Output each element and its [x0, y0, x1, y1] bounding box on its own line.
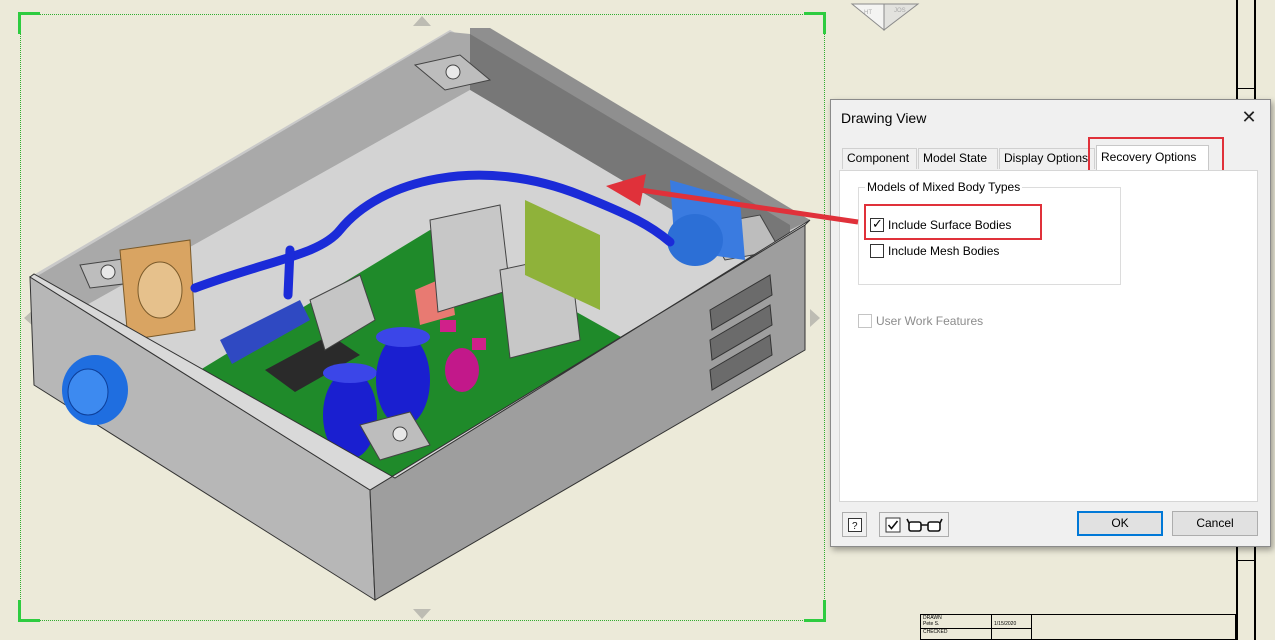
svg-text:JOS: JOS — [894, 8, 906, 14]
user-work-features-row: User Work Features — [858, 313, 983, 329]
include-mesh-bodies-label: Include Mesh Bodies — [888, 244, 1000, 258]
tab-recovery-options[interactable]: Recovery Options — [1096, 145, 1209, 170]
user-work-features-checkbox — [858, 314, 872, 328]
tab-component[interactable]: Component — [842, 148, 917, 169]
checkbox-highlight — [864, 204, 1042, 240]
close-icon[interactable]: ✕ — [1238, 107, 1260, 129]
checked-label: CHECKED — [923, 629, 948, 635]
preview-checkbox — [885, 517, 901, 532]
svg-text:HT: HT — [864, 10, 872, 16]
group-label: Models of Mixed Body Types — [865, 180, 1023, 194]
move-down-grip[interactable] — [413, 609, 431, 619]
zone-tick — [1236, 88, 1256, 89]
cancel-button[interactable]: Cancel — [1172, 511, 1258, 536]
enclosure-model-view — [29, 28, 811, 601]
drawing-view-dialog: Drawing View ✕ Component Model State Dis… — [830, 99, 1271, 547]
user-work-features-label: User Work Features — [876, 314, 984, 328]
ok-button[interactable]: OK — [1077, 511, 1163, 536]
include-mesh-bodies-checkbox[interactable] — [870, 244, 884, 258]
zone-tick — [1236, 560, 1256, 561]
drawn-date: 1/15/2020 — [994, 621, 1017, 627]
title-block: DRAWN Pete S. 1/15/2020 CHECKED — [920, 614, 1236, 640]
tab-display-options[interactable]: Display Options — [999, 148, 1095, 169]
recovery-options-panel: Models of Mixed Body Types ✓ Include Sur… — [839, 170, 1258, 502]
tb-divider — [1031, 615, 1032, 639]
drawn-name: Pete S. — [923, 621, 940, 627]
preview-toggle-button[interactable] — [879, 512, 949, 537]
viewcube-icon[interactable]: HT JOS — [850, 0, 920, 34]
dialog-title: Drawing View — [841, 110, 927, 126]
tb-divider — [991, 615, 992, 639]
glasses-icon — [906, 518, 943, 532]
tab-model-state[interactable]: Model State — [918, 148, 998, 169]
svg-text:?: ? — [852, 521, 858, 532]
include-mesh-bodies-row[interactable]: Include Mesh Bodies — [870, 243, 999, 259]
help-button[interactable]: ? — [842, 512, 867, 537]
help-icon: ? — [847, 517, 862, 532]
